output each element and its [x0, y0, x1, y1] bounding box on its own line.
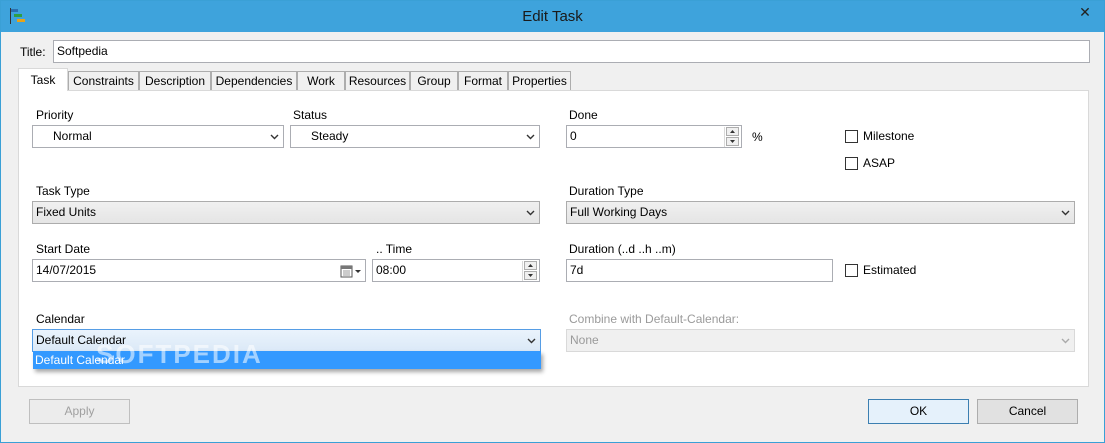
ok-button[interactable]: OK [868, 399, 969, 424]
task-type-value: Fixed Units [36, 205, 97, 219]
title-bar[interactable]: Edit Task ✕ [1, 1, 1104, 32]
done-unit: % [752, 130, 763, 144]
duration-type-label: Duration Type [569, 184, 644, 198]
priority-label: Priority [36, 108, 74, 122]
title-input[interactable]: Softpedia [53, 40, 1090, 63]
tab-description[interactable]: Description [139, 71, 211, 91]
duration-type-value: Full Working Days [570, 205, 668, 219]
tab-label: Work [307, 74, 335, 88]
chevron-down-icon [1060, 202, 1070, 223]
estimated-label: Estimated [863, 263, 917, 277]
done-value: 0 [570, 129, 577, 143]
tab-label: Dependencies [215, 74, 293, 88]
start-date-picker[interactable]: 14/07/2015 [32, 259, 366, 282]
milestone-checkbox[interactable] [845, 130, 858, 143]
arrow-down-icon[interactable] [726, 137, 739, 146]
start-date-value: 14/07/2015 [36, 263, 97, 277]
priority-select[interactable]: Normal [32, 125, 284, 148]
tab-label: Constraints [73, 74, 134, 88]
duration-type-select[interactable]: Full Working Days [566, 201, 1075, 224]
combine-calendar-label: Combine with Default-Calendar: [569, 312, 740, 326]
done-label: Done [569, 108, 598, 122]
tab-properties[interactable]: Properties [508, 71, 571, 91]
tab-resources[interactable]: Resources [345, 71, 410, 91]
edit-task-dialog: Edit Task ✕ Title: Softpedia Task Constr… [0, 0, 1105, 443]
tab-label: Group [417, 74, 451, 88]
chevron-down-icon [1060, 330, 1070, 351]
done-spin [724, 127, 740, 147]
status-label: Status [293, 108, 328, 122]
arrow-up-icon[interactable] [726, 127, 739, 136]
combine-calendar-value: None [570, 333, 599, 347]
status-value: Steady [311, 129, 349, 143]
title-input-value: Softpedia [57, 44, 108, 58]
task-type-select[interactable]: Fixed Units [32, 201, 540, 224]
time-spin [522, 261, 538, 281]
duration-input[interactable]: 7d [566, 259, 833, 282]
chevron-down-icon [269, 126, 279, 147]
tab-task[interactable]: Task [18, 68, 68, 91]
tab-format[interactable]: Format [458, 71, 508, 91]
tab-dependencies[interactable]: Dependencies [211, 71, 297, 91]
time-stepper[interactable]: 08:00 [372, 259, 540, 282]
asap-checkbox[interactable] [845, 157, 858, 170]
arrow-down-icon[interactable] [524, 271, 537, 280]
cancel-button[interactable]: Cancel [977, 399, 1078, 424]
priority-value: Normal [53, 129, 92, 143]
time-label: .. Time [376, 242, 413, 256]
title-label: Title: [20, 45, 46, 59]
watermark: SOFTPEDIA [96, 339, 263, 369]
tab-constraints[interactable]: Constraints [68, 71, 139, 91]
chevron-down-icon [526, 330, 536, 351]
tab-label: Properties [512, 74, 567, 88]
tab-group[interactable]: Group [410, 71, 458, 91]
apply-button[interactable]: Apply [29, 399, 130, 424]
estimated-checkbox[interactable] [845, 264, 858, 277]
calendar-icon[interactable] [340, 264, 362, 281]
duration-value: 7d [570, 263, 584, 277]
start-date-label: Start Date [36, 242, 91, 256]
milestone-label: Milestone [863, 129, 915, 143]
task-type-label: Task Type [36, 184, 90, 198]
close-icon[interactable]: ✕ [1072, 1, 1098, 23]
tab-work[interactable]: Work [297, 71, 345, 91]
chevron-down-icon [525, 126, 535, 147]
tab-label: Resources [348, 74, 407, 88]
tab-label: Format [463, 74, 502, 88]
duration-label: Duration (..d ..h ..m) [569, 242, 676, 256]
tab-label: Task [30, 73, 56, 87]
tab-label: Description [144, 74, 206, 88]
status-select[interactable]: Steady [290, 125, 540, 148]
asap-label: ASAP [863, 156, 896, 170]
window-title: Edit Task [522, 8, 583, 25]
combine-calendar-select[interactable]: None [566, 329, 1075, 352]
calendar-label: Calendar [36, 312, 85, 326]
done-stepper[interactable]: 0 [566, 125, 742, 148]
arrow-up-icon[interactable] [524, 261, 537, 270]
time-value: 08:00 [376, 263, 407, 277]
chevron-down-icon [525, 202, 535, 223]
